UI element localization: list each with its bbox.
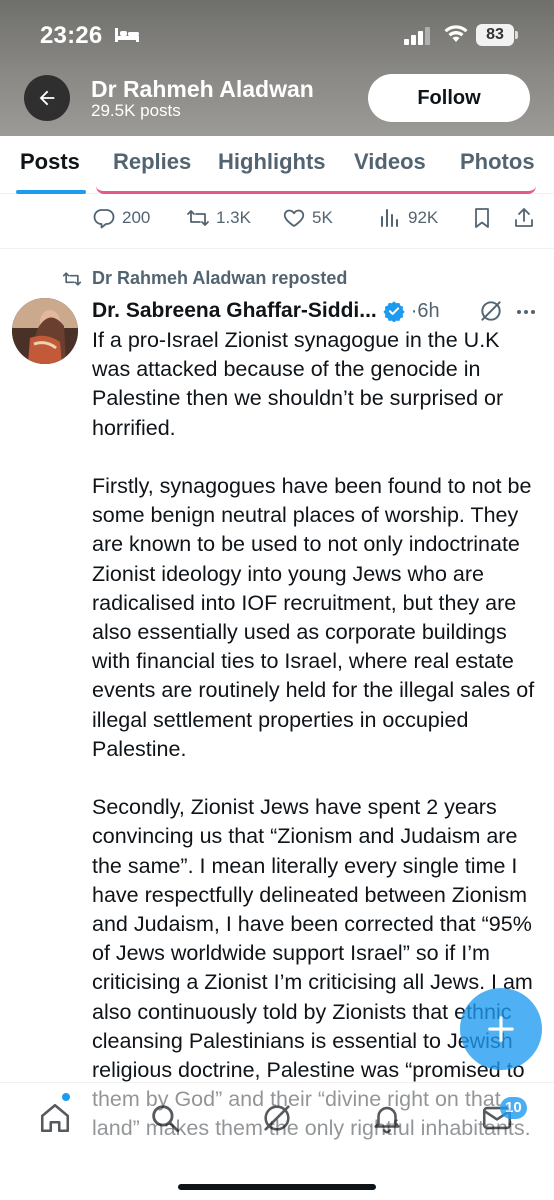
- repost-attribution[interactable]: Dr Rahmeh Aladwan reposted: [62, 268, 347, 289]
- post-author-line: Dr. Sabreena Ghaffar-Siddi... ·6h: [92, 296, 542, 326]
- repost-action[interactable]: 1.3K: [186, 206, 251, 230]
- home-indicator-bar[interactable]: [178, 1184, 376, 1190]
- profile-header-bar: 23:26 83 Dr Rahmeh Aladwan 29.5K posts F…: [0, 0, 554, 136]
- like-action[interactable]: 5K: [282, 206, 333, 230]
- more-options-icon[interactable]: [514, 300, 538, 324]
- author-avatar[interactable]: [12, 298, 78, 364]
- views-chart-icon: [381, 209, 398, 227]
- bookmark-icon: [475, 208, 489, 228]
- previous-post-media-edge: [96, 186, 536, 194]
- tab-replies[interactable]: Replies: [113, 149, 191, 175]
- home-icon[interactable]: [38, 1101, 72, 1135]
- heart-icon: [283, 209, 305, 227]
- search-icon[interactable]: [148, 1101, 182, 1135]
- home-unread-dot: [62, 1093, 70, 1101]
- share-action[interactable]: [512, 206, 542, 230]
- follow-button[interactable]: Follow: [368, 74, 530, 122]
- battery-indicator: 83: [476, 24, 514, 46]
- tab-videos[interactable]: Videos: [354, 149, 426, 175]
- bookmark-action[interactable]: [470, 206, 500, 230]
- battery-tip: [515, 31, 518, 39]
- wifi-icon: [444, 25, 468, 42]
- compose-post-button[interactable]: [460, 988, 542, 1070]
- view-count: 92K: [408, 208, 439, 227]
- post-divider: [0, 248, 554, 249]
- tab-photos[interactable]: Photos: [460, 149, 535, 175]
- grok-icon[interactable]: [478, 298, 504, 324]
- repost-icon: [62, 271, 82, 286]
- author-name[interactable]: Dr. Sabreena Ghaffar-Siddi...: [92, 299, 377, 323]
- reply-action[interactable]: 200: [92, 206, 150, 230]
- tab-posts[interactable]: Posts: [20, 149, 80, 175]
- tab-highlights[interactable]: Highlights: [218, 149, 326, 175]
- cellular-signal-icon: [404, 27, 430, 45]
- post-timestamp: ·6h: [410, 299, 440, 322]
- verified-badge-icon: [383, 301, 405, 322]
- notification-count-badge: 10: [500, 1097, 527, 1119]
- like-count: 5K: [312, 208, 333, 227]
- previous-post-action-bar: 200 1.3K 5K 92K: [0, 194, 554, 246]
- repost-count: 1.3K: [216, 208, 251, 227]
- profile-post-count: 29.5K posts: [91, 101, 181, 120]
- profile-name: Dr Rahmeh Aladwan: [91, 76, 314, 102]
- bottom-navigation: 10: [0, 1082, 554, 1200]
- plus-icon: [488, 1016, 514, 1042]
- repost-label: Dr Rahmeh Aladwan reposted: [92, 268, 348, 288]
- share-icon: [515, 208, 533, 227]
- back-button[interactable]: [24, 75, 70, 121]
- notifications-bell-icon[interactable]: [370, 1101, 404, 1135]
- grok-nav-icon[interactable]: [260, 1101, 294, 1135]
- views-action[interactable]: 92K: [378, 206, 438, 230]
- status-bar: 23:26 83: [0, 0, 554, 70]
- status-time: 23:26: [40, 22, 103, 49]
- reply-icon: [93, 209, 115, 229]
- avatar-portrait: [12, 298, 78, 364]
- sleep-focus-icon: [115, 28, 139, 42]
- repost-icon: [187, 210, 209, 226]
- reply-count: 200: [122, 208, 151, 227]
- arrow-left-icon: [39, 90, 55, 106]
